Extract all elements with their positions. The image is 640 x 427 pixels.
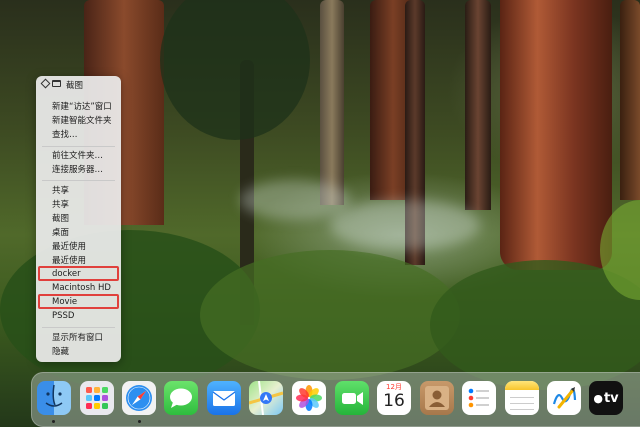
menu-item-pssd[interactable]: PSSD bbox=[36, 309, 121, 323]
menu-item-shared-2[interactable]: 共享 bbox=[36, 198, 121, 212]
menu-item-desktop[interactable]: 桌面 bbox=[36, 226, 121, 240]
apple-logo-icon: ● bbox=[593, 391, 603, 405]
menu-title[interactable]: 截图 bbox=[36, 79, 121, 93]
menu-item-movie[interactable]: Movie bbox=[36, 295, 121, 309]
running-indicator bbox=[138, 420, 141, 423]
finder-icon[interactable] bbox=[37, 381, 71, 415]
compass-icon[interactable] bbox=[122, 381, 156, 415]
menu-item-shared-1[interactable]: 共享 bbox=[36, 184, 121, 198]
map-icon[interactable] bbox=[249, 381, 283, 415]
notes-header bbox=[505, 381, 539, 390]
contacts-icon[interactable] bbox=[420, 381, 454, 415]
fog bbox=[330, 200, 480, 250]
menu-item-new-finder-window[interactable]: 新建“访达”窗口 bbox=[36, 100, 121, 114]
calendar-icon[interactable]: 12月 16 bbox=[377, 381, 411, 415]
tree-trunk bbox=[320, 0, 344, 205]
tv-label: tv bbox=[603, 390, 619, 406]
tree-trunk bbox=[500, 0, 612, 270]
speech-bubble-icon[interactable] bbox=[164, 381, 198, 415]
menu-item-macintosh-hd[interactable]: Macintosh HD bbox=[36, 281, 121, 295]
menu-item-screenshots[interactable]: 截图 bbox=[36, 212, 121, 226]
fog bbox=[240, 180, 350, 220]
menu-separator bbox=[42, 146, 115, 147]
tree-trunk bbox=[465, 0, 491, 210]
foliage bbox=[160, 0, 310, 140]
menu-item-recents-1[interactable]: 最近使用 bbox=[36, 240, 121, 254]
flower-icon[interactable] bbox=[292, 381, 326, 415]
launchpad-icon[interactable] bbox=[80, 381, 114, 415]
foliage bbox=[200, 250, 460, 380]
video-camera-icon[interactable] bbox=[335, 381, 369, 415]
calendar-day: 16 bbox=[383, 391, 405, 411]
running-indicator bbox=[52, 420, 55, 423]
menu-item-show-all-windows[interactable]: 显示所有窗口 bbox=[36, 331, 121, 345]
calendar-month: 12月 bbox=[386, 383, 402, 391]
menu-item-hide[interactable]: 隐藏 bbox=[36, 345, 121, 359]
menu-separator bbox=[42, 180, 115, 181]
tree-trunk bbox=[620, 0, 640, 200]
menu-separator bbox=[42, 327, 115, 328]
menu-item-go-to-folder[interactable]: 前往文件夹… bbox=[36, 149, 121, 163]
envelope-icon[interactable] bbox=[207, 381, 241, 415]
menu-item-find[interactable]: 查找… bbox=[36, 128, 121, 142]
menu-item-docker[interactable]: docker bbox=[36, 267, 121, 281]
notes-icon[interactable] bbox=[505, 381, 539, 415]
list-icon[interactable] bbox=[462, 381, 496, 415]
tv-icon[interactable]: ● tv bbox=[589, 381, 623, 415]
menu-item-connect-server[interactable]: 连接服务器… bbox=[36, 163, 121, 177]
freeform-icon[interactable] bbox=[547, 381, 581, 415]
dock-context-menu: 截图 新建“访达”窗口 新建智能文件夹 查找… 前往文件夹… 连接服务器… 共享… bbox=[36, 76, 121, 362]
menu-item-new-smart-folder[interactable]: 新建智能文件夹 bbox=[36, 114, 121, 128]
